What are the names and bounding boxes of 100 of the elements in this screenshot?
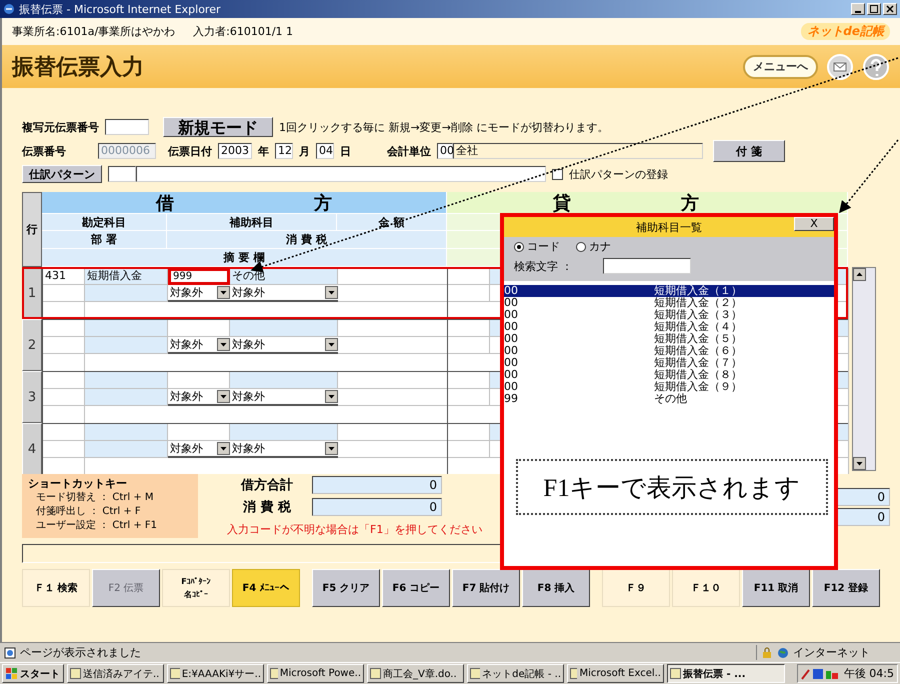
maximize-button[interactable]: [867, 3, 881, 15]
function-key[interactable]: F5 クリア: [312, 569, 380, 607]
function-key[interactable]: F11 取消: [742, 569, 810, 607]
list-item[interactable]: 00 短期借入金（１）: [504, 285, 834, 297]
debit-header: 借 方: [42, 192, 447, 214]
list-item[interactable]: 99 その他: [504, 393, 834, 405]
table-cell: 431: [43, 268, 85, 285]
dropdown[interactable]: 対象外: [168, 285, 230, 302]
callout-note: F1キーで表示されます: [516, 459, 828, 515]
dropdown[interactable]: 対象外: [168, 441, 230, 458]
taskbar-button[interactable]: ネットde記帳 - ..: [467, 664, 564, 683]
column-header: 部 署: [42, 231, 167, 249]
function-key[interactable]: Fｺﾊﾟﾀｰﾝ名ｺﾋﾟｰ: [162, 569, 230, 607]
dropdown[interactable]: 対象外: [230, 285, 338, 302]
dropdown[interactable]: 対象外: [230, 337, 338, 354]
list-item[interactable]: 00 短期借入金（４）: [504, 321, 834, 333]
input-field[interactable]: [448, 337, 490, 354]
function-key[interactable]: F4 ﾒﾆｭｰへ: [232, 569, 300, 607]
input-field[interactable]: [448, 285, 490, 302]
input-field[interactable]: [108, 166, 136, 182]
list-item[interactable]: 00 短期借入金（５）: [504, 333, 834, 345]
input-field[interactable]: [136, 166, 546, 182]
input-field[interactable]: 999: [168, 268, 230, 285]
checkbox[interactable]: [552, 168, 563, 180]
row-number: 1: [22, 267, 42, 319]
taskbar-button[interactable]: Microsoft Excel..: [567, 664, 664, 683]
dropdown[interactable]: 対象外: [168, 389, 230, 406]
input-field[interactable]: [168, 424, 230, 441]
dropdown[interactable]: 対象外: [230, 441, 338, 458]
taskbar-button[interactable]: E:¥AAAKi¥サー..: [167, 664, 264, 683]
list-item[interactable]: 00 短期借入金（７）: [504, 357, 834, 369]
radio-option[interactable]: カナ: [576, 239, 611, 254]
input-field[interactable]: [43, 389, 85, 406]
app-icon: [70, 668, 81, 679]
function-key[interactable]: Ｆ１ 検索: [22, 569, 90, 607]
scroll-up-icon[interactable]: [853, 268, 866, 281]
pattern-button[interactable]: 仕訳パターン: [22, 165, 102, 183]
mail-icon[interactable]: [826, 52, 854, 80]
function-key[interactable]: F6 コピー: [382, 569, 450, 607]
input-field[interactable]: 04: [316, 143, 334, 159]
input-field[interactable]: [168, 372, 230, 389]
scrollbar[interactable]: [852, 267, 876, 471]
search-field[interactable]: [602, 258, 690, 274]
list-item[interactable]: 00 短期借入金（６）: [504, 345, 834, 357]
taskbar-button[interactable]: 商工会_V章.do..: [367, 664, 464, 683]
input-field[interactable]: [168, 320, 230, 337]
list-item[interactable]: 00 短期借入金（２）: [504, 297, 834, 309]
app-icon: [270, 668, 278, 679]
function-key[interactable]: Ｆ９: [602, 569, 670, 607]
dropdown[interactable]: 対象外: [230, 389, 338, 406]
help-icon[interactable]: [862, 52, 890, 80]
taskbar-button[interactable]: 送信済みアイテ..: [67, 664, 164, 683]
row-number: 4: [22, 423, 42, 474]
close-button[interactable]: X: [794, 217, 834, 231]
input-field[interactable]: [448, 320, 490, 337]
menu-button[interactable]: メニューへ: [743, 54, 818, 78]
input-field[interactable]: 2003: [218, 143, 252, 159]
taskbar-button[interactable]: 振替伝票 - ...: [667, 664, 785, 683]
radio-option[interactable]: コード: [514, 239, 560, 254]
function-key[interactable]: Ｆ１０: [672, 569, 740, 607]
function-key[interactable]: F2 伝票: [92, 569, 160, 607]
input-field[interactable]: [338, 424, 448, 441]
input-field[interactable]: [338, 268, 448, 285]
input-field[interactable]: 全社: [453, 143, 703, 159]
input-field[interactable]: [85, 406, 448, 424]
input-field[interactable]: [448, 424, 490, 441]
input-field[interactable]: [43, 337, 85, 354]
input-field[interactable]: [448, 268, 490, 285]
minimize-button[interactable]: [851, 3, 865, 15]
input-field[interactable]: [338, 372, 448, 389]
close-button[interactable]: [883, 3, 897, 15]
input-field[interactable]: [448, 441, 490, 458]
input-field[interactable]: [338, 320, 448, 337]
dropdown[interactable]: 対象外: [168, 337, 230, 354]
input-field[interactable]: 12: [275, 143, 293, 159]
column-header: 勘定科目: [42, 214, 167, 231]
table-cell: 短期借入金: [85, 268, 168, 285]
function-key[interactable]: F12 登録: [812, 569, 880, 607]
function-key[interactable]: F8 挿入: [522, 569, 590, 607]
list-item[interactable]: 00 短期借入金（８）: [504, 369, 834, 381]
input-field[interactable]: 00: [437, 143, 453, 159]
input-field[interactable]: [43, 354, 85, 372]
scroll-down-icon[interactable]: [853, 457, 866, 470]
input-field[interactable]: [43, 285, 85, 302]
list-item[interactable]: 00 短期借入金（９）: [504, 381, 834, 393]
sticky-note-button[interactable]: 付 箋: [713, 140, 785, 162]
function-key[interactable]: F7 貼付け: [452, 569, 520, 607]
list-item[interactable]: 00 短期借入金（３）: [504, 309, 834, 321]
start-button[interactable]: スタート: [2, 664, 64, 683]
column-header: 行: [22, 192, 42, 267]
windows-logo-icon: [6, 668, 18, 680]
mode-button[interactable]: 新規モード: [163, 117, 273, 137]
input-field[interactable]: [448, 372, 490, 389]
input-field[interactable]: [448, 389, 490, 406]
taskbar-button[interactable]: Microsoft Powe..: [267, 664, 364, 683]
input-field[interactable]: [43, 406, 85, 424]
input-field[interactable]: [85, 354, 448, 372]
app-icon: [570, 668, 578, 679]
input-field[interactable]: [43, 441, 85, 458]
input-field[interactable]: [105, 119, 149, 135]
